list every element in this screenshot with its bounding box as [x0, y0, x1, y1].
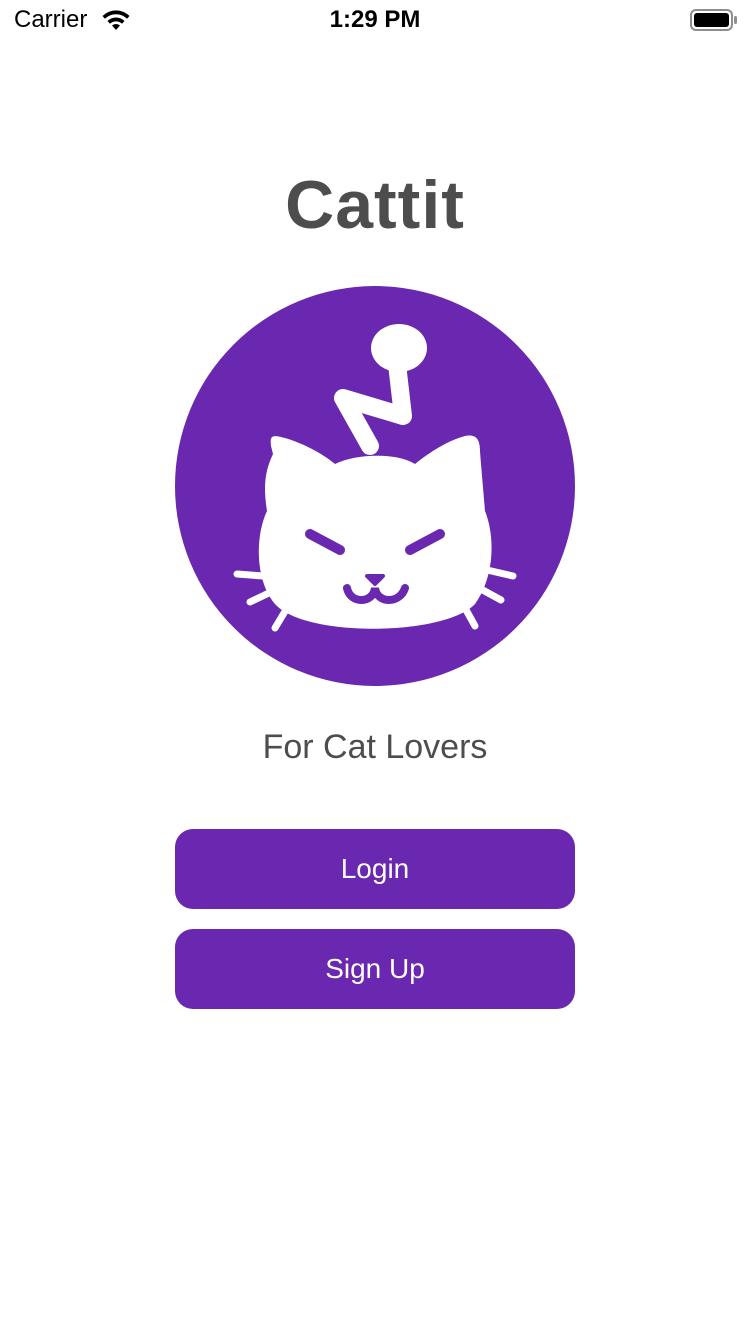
battery-icon [690, 9, 737, 31]
signup-button[interactable]: Sign Up [175, 929, 575, 1009]
cat-face-logo [175, 286, 575, 686]
login-button[interactable]: Login [175, 829, 575, 909]
status-bar: Carrier 1:29 PM [0, 0, 750, 40]
app-title: Cattit [285, 167, 465, 243]
tagline: For Cat Lovers [262, 728, 488, 766]
clock: 1:29 PM [329, 6, 421, 33]
